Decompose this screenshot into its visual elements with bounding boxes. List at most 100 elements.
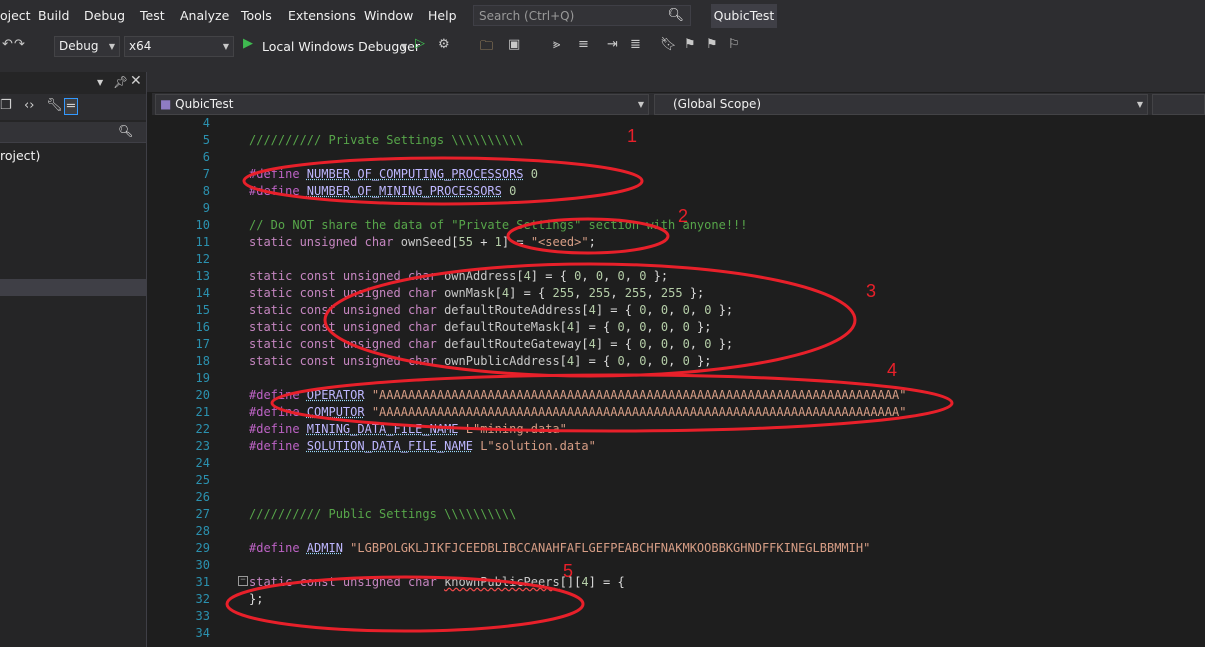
member-dropdown[interactable] xyxy=(1152,94,1205,115)
solution-search-input[interactable]: 🔍︎ xyxy=(0,122,146,143)
code-line[interactable]: #define SOLUTION_DATA_FILE_NAME L"soluti… xyxy=(249,439,596,453)
menu-build[interactable]: Build xyxy=(38,8,69,23)
line-number: 4 xyxy=(202,116,210,130)
line-number: 22 xyxy=(195,422,210,436)
solution-explorer-panel: ▼ 📌︎ ✕ ❐ ‹› 🔧︎ ═ 🔍︎ roject) xyxy=(0,72,147,647)
code-token: , xyxy=(689,337,705,351)
chevron-down-icon[interactable]: ▼ xyxy=(97,78,103,87)
scope-dropdown[interactable]: (Global Scope) ▼ xyxy=(654,94,1148,115)
collapse-icon[interactable]: − xyxy=(238,576,248,586)
line-number: 6 xyxy=(202,150,210,164)
code-token: , xyxy=(668,354,683,368)
code-token: defaultRouteGateway xyxy=(444,337,582,351)
code-token: 4 xyxy=(523,269,531,283)
line-number: 13 xyxy=(195,269,210,283)
sync-icon[interactable]: ❐ xyxy=(0,98,12,113)
step-icon[interactable]: ⪢ xyxy=(553,37,560,52)
search-input[interactable]: Search (Ctrl+Q) 🔍︎ xyxy=(473,5,691,26)
editor-navigation-bar: ■ QubicTest ▼ (Global Scope) ▼ xyxy=(152,93,1205,115)
line-number: 16 xyxy=(195,320,210,334)
code-line[interactable]: #define ADMIN "LGBPOLGKLJIKFJCEEDBLIBCCA… xyxy=(249,541,870,555)
bookmark-next-icon[interactable]: ⚑ xyxy=(706,37,718,52)
solution-title[interactable]: QubicTest xyxy=(711,4,777,28)
code-line[interactable]: }; xyxy=(249,592,263,606)
project-dropdown-value: QubicTest xyxy=(175,97,234,111)
search-icon[interactable]: 🔍︎ xyxy=(667,8,684,23)
platform-dropdown[interactable]: x64 ▼ xyxy=(124,36,234,57)
menu-help[interactable]: Help xyxy=(428,8,457,23)
code-line[interactable]: static const unsigned char ownMask[4] = … xyxy=(249,286,704,300)
code-view-icon[interactable]: ‹› xyxy=(24,98,34,113)
layout-icon[interactable]: ≡ xyxy=(578,37,589,52)
code-line[interactable]: #define COMPUTOR "AAAAAAAAAAAAAAAAAAAAAA… xyxy=(249,405,906,419)
code-line[interactable]: static const unsigned char ownAddress[4]… xyxy=(249,269,668,283)
code-token: 255 xyxy=(660,286,683,300)
indent-icon[interactable]: ⇥ xyxy=(607,37,618,52)
chevron-down-icon[interactable]: ▼ xyxy=(401,42,407,51)
search-icon[interactable]: 🔍︎ xyxy=(118,124,133,138)
bookmark-prev-icon[interactable]: ⚑ xyxy=(684,37,696,52)
code-line[interactable]: // Do NOT share the data of "Private Set… xyxy=(249,218,748,232)
code-token: , xyxy=(574,286,589,300)
menu-test[interactable]: Test xyxy=(140,8,165,23)
undo-icon[interactable]: ↶ xyxy=(2,37,13,52)
code-token: }; xyxy=(646,269,669,283)
line-number: 25 xyxy=(195,473,210,487)
code-token: , xyxy=(624,269,640,283)
bookmark-clear-icon[interactable]: ⚐ xyxy=(728,37,740,52)
code-token: 255 xyxy=(552,286,575,300)
code-editor[interactable]: − 4 5////////// Private Settings \\\\\\\\… xyxy=(152,116,1205,647)
code-line[interactable]: static const unsigned char defaultRouteA… xyxy=(249,303,733,317)
annotation-label-2: 2 xyxy=(678,206,689,226)
code-token: , xyxy=(646,286,661,300)
menu-debug[interactable]: Debug xyxy=(84,8,125,23)
menu-project[interactable]: oject xyxy=(0,8,31,23)
selected-tree-row[interactable] xyxy=(0,279,146,296)
comment-icon[interactable]: ≣ xyxy=(630,37,641,52)
window-icon[interactable]: ▣ xyxy=(508,37,520,52)
menu-window[interactable]: Window xyxy=(364,8,413,23)
close-icon[interactable]: ✕ xyxy=(130,73,142,89)
menu-extensions[interactable]: Extensions xyxy=(288,8,356,23)
code-line[interactable]: ////////// Private Settings \\\\\\\\\\ xyxy=(249,133,524,147)
preview-icon[interactable]: ═ xyxy=(64,98,78,115)
wrench-icon[interactable]: 🔧︎ xyxy=(46,98,63,113)
code-token: OPERATOR xyxy=(306,388,365,402)
code-token: 55 xyxy=(458,235,473,249)
bookmark-icon[interactable]: 🔖︎ xyxy=(660,37,677,52)
configuration-dropdown[interactable]: Debug ▼ xyxy=(54,36,120,57)
line-number: 32 xyxy=(195,592,210,606)
play-icon[interactable]: ▶ xyxy=(243,36,253,51)
code-line[interactable]: static const unsigned char ownPublicAddr… xyxy=(249,354,711,368)
solution-tree-item[interactable]: roject) xyxy=(0,148,40,163)
code-token: }; xyxy=(711,303,734,317)
line-number: 9 xyxy=(202,201,210,215)
code-line[interactable]: static const unsigned char defaultRouteM… xyxy=(249,320,711,334)
code-line[interactable]: #define NUMBER_OF_COMPUTING_PROCESSORS 0 xyxy=(249,167,538,181)
code-line[interactable]: static unsigned char ownSeed[55 + 1] = "… xyxy=(249,235,596,249)
code-token: defaultRouteMask xyxy=(444,320,560,334)
code-token: L"solution.data" xyxy=(472,439,596,453)
code-token: }; xyxy=(689,320,712,334)
code-token: , xyxy=(581,269,596,283)
folder-icon[interactable]: 🗀︎ xyxy=(480,37,493,59)
redo-icon[interactable]: ↷ xyxy=(14,37,25,52)
project-dropdown[interactable]: ■ QubicTest ▼ xyxy=(155,94,649,115)
menu-tools[interactable]: Tools xyxy=(241,8,272,23)
code-line[interactable]: #define NUMBER_OF_MINING_PROCESSORS 0 xyxy=(249,184,516,198)
code-token: ADMIN xyxy=(306,541,343,555)
line-number: 26 xyxy=(195,490,210,504)
code-line[interactable]: #define OPERATOR "AAAAAAAAAAAAAAAAAAAAAA… xyxy=(249,388,906,402)
code-line[interactable]: ////////// Public Settings \\\\\\\\\\ xyxy=(249,507,516,521)
code-line[interactable]: #define MINING_DATA_FILE_NAME L"mining.d… xyxy=(249,422,567,436)
code-token: L"mining.data" xyxy=(458,422,567,436)
start-debugging-button[interactable]: Local Windows Debugger xyxy=(262,39,420,54)
code-line[interactable]: static const unsigned char defaultRouteG… xyxy=(249,337,733,351)
code-token: static const unsigned char xyxy=(249,354,445,368)
attach-icon[interactable]: ⚙ xyxy=(438,37,450,52)
pin-icon[interactable]: 📌︎ xyxy=(113,75,128,89)
menu-analyze[interactable]: Analyze xyxy=(180,8,229,23)
code-token: 255 xyxy=(588,286,611,300)
code-token: ] = { xyxy=(574,320,618,334)
start-without-debugging-icon[interactable]: ▷ xyxy=(415,36,425,51)
